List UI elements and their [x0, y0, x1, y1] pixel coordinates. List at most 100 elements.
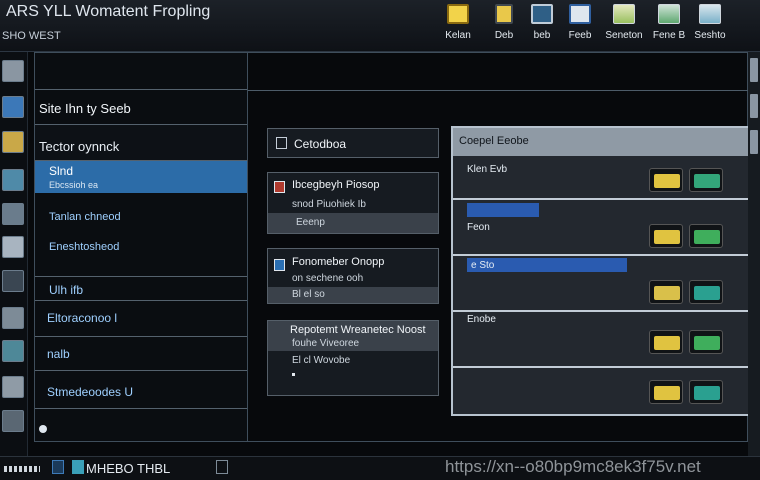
taskbar-label[interactable]: MHEBO THBL: [86, 461, 170, 476]
title-bar: ARS YLL Womatent Fropling SHO WEST Kelan…: [0, 0, 760, 52]
right-panel-title: Coepel Eeobe: [459, 135, 529, 147]
document-icon: [569, 4, 591, 24]
media-icon[interactable]: [649, 280, 683, 304]
folder-icon: [447, 4, 469, 24]
list-item-label: Slnd: [49, 164, 74, 178]
list-item-link[interactable]: Eneshtosheod: [49, 241, 119, 253]
list-item-label: Ulh ifb: [49, 283, 84, 297]
list-item-selected[interactable]: Slnd Ebcssioh ea: [35, 161, 247, 193]
screen-icon[interactable]: [2, 203, 24, 225]
list-group: Tanlan chneod Eneshtosheod: [35, 193, 247, 277]
toolbar-button-label: Seshto: [694, 30, 726, 41]
list-row[interactable]: Enobe: [453, 312, 749, 368]
list-item[interactable]: nalb: [35, 337, 247, 371]
panel-header-text: Site Ihn ty Seeb: [39, 101, 131, 116]
app-icon[interactable]: [72, 460, 84, 474]
landscape-icon[interactable]: [689, 330, 723, 354]
card[interactable]: Ibcegbeyh Piosop snod Piuohiek Ib Eeenp: [267, 172, 439, 234]
card-line: snod Piuohiek Ib: [292, 199, 366, 210]
web-icon: [531, 4, 553, 24]
card-title: Cetodboa: [294, 137, 347, 151]
right-panel: Coepel Eeobe Klen Evb Feon e Sto Enobe: [451, 126, 751, 416]
row-label: Klen Evb: [467, 164, 508, 175]
landscape-icon[interactable]: [689, 280, 723, 304]
panel-header: Site Ihn ty Seeb: [35, 89, 247, 125]
toolbar-button-label: Feeb: [568, 30, 592, 41]
list-row[interactable]: Feon: [453, 200, 749, 256]
card-title: Ibcegbeyh Piosop: [292, 179, 380, 191]
list-item[interactable]: Eltoraconoo l: [35, 301, 247, 337]
image-icon[interactable]: [2, 169, 24, 191]
list-row[interactable]: e Sto: [453, 256, 749, 312]
landscape-icon[interactable]: [689, 168, 723, 192]
scroll-thumb[interactable]: [750, 130, 758, 154]
card-line: Bl el so: [292, 289, 325, 300]
bullet-icon: [292, 373, 295, 376]
list-item[interactable]: Stmedeoodes U: [35, 371, 247, 409]
section-title-row: Tector oynnck: [35, 125, 247, 161]
card[interactable]: Fonomeber Onopp on sechene ooh Bl el so: [267, 248, 439, 304]
divider: [248, 90, 748, 91]
list-item-sub: Ebcssioh ea: [49, 180, 99, 190]
media-icon[interactable]: [649, 168, 683, 192]
card-line: fouhe Viveoree: [292, 338, 360, 349]
grip-icon: [4, 466, 40, 472]
landscape-icon[interactable]: [2, 340, 24, 362]
device-icon[interactable]: [2, 376, 24, 398]
app-title: ARS YLL Womatent Fropling: [6, 3, 211, 20]
toolbar-button-seshto[interactable]: Seshto: [686, 4, 734, 48]
disk-icon[interactable]: [2, 270, 24, 292]
card-line: Eeenp: [296, 217, 325, 228]
scroll-thumb[interactable]: [750, 58, 758, 82]
chart-icon: [613, 4, 635, 24]
list-item-label: nalb: [47, 347, 70, 361]
scroll-thumb[interactable]: [750, 94, 758, 118]
checkbox-icon[interactable]: [276, 137, 287, 149]
photo-icon[interactable]: [2, 307, 24, 329]
left-panel: Site Ihn ty Seeb Tector oynnck Slnd Ebcs…: [34, 52, 248, 442]
card-header: Repotemt Wreanetec Noost fouhe Viveoree: [268, 321, 438, 351]
media-icon[interactable]: [649, 330, 683, 354]
toolbar-button-seneton[interactable]: Seneton: [600, 4, 648, 48]
list-item-link[interactable]: Tanlan chneod: [49, 211, 121, 223]
window-icon[interactable]: [52, 460, 64, 474]
taskbar: MHEBO THBL https://xn--o80bp9mc8ek3f75v.…: [0, 456, 760, 480]
list-item-label: Stmedeoodes U: [47, 385, 134, 399]
row-label: Enobe: [467, 314, 496, 325]
toolbar-button-feeb[interactable]: Feeb: [556, 4, 604, 48]
list-row[interactable]: Klen Evb: [453, 156, 749, 200]
panel-icon: [658, 4, 680, 24]
app-subtitle: SHO WEST: [2, 30, 61, 42]
card-footer: Eeenp: [268, 213, 438, 233]
monitor-icon[interactable]: [2, 96, 24, 118]
card[interactable]: Repotemt Wreanetec Noost fouhe Viveoree …: [267, 320, 439, 396]
record-icon: [274, 181, 285, 193]
landscape-icon[interactable]: [689, 380, 723, 404]
progress-bar: [467, 203, 539, 217]
page-icon[interactable]: [2, 236, 24, 258]
file-icon: [495, 4, 513, 24]
media-icon[interactable]: [649, 380, 683, 404]
info-icon: [274, 259, 285, 271]
list-item-label: Eltoraconoo l: [47, 311, 118, 325]
archive-icon[interactable]: [2, 410, 24, 432]
list-row[interactable]: [453, 368, 749, 414]
row-label: e Sto: [471, 260, 495, 271]
card-title: Fonomeber Onopp: [292, 256, 385, 268]
window-icon[interactable]: [2, 60, 24, 82]
toolbar-button-label: Seneton: [605, 30, 643, 41]
watermark-text: https://xn--o80bp9mc8ek3f75v.net: [445, 457, 701, 476]
folder-icon[interactable]: [2, 131, 24, 153]
right-panel-header: Coepel Eeobe: [453, 128, 749, 156]
toolbar-button-kelan[interactable]: Kelan: [434, 4, 482, 48]
media-icon[interactable]: [649, 224, 683, 248]
landscape-icon[interactable]: [689, 224, 723, 248]
page-icon[interactable]: [216, 460, 228, 474]
card[interactable]: Cetodboa: [267, 128, 439, 158]
card-line: on sechene ooh: [292, 273, 364, 284]
list-item[interactable]: Ulh ifb: [35, 277, 247, 301]
status-dot-icon: [39, 425, 47, 433]
card-footer: Bl el so: [268, 287, 438, 303]
row-label: Feon: [467, 222, 490, 233]
card-title: Repotemt Wreanetec Noost: [290, 324, 426, 336]
